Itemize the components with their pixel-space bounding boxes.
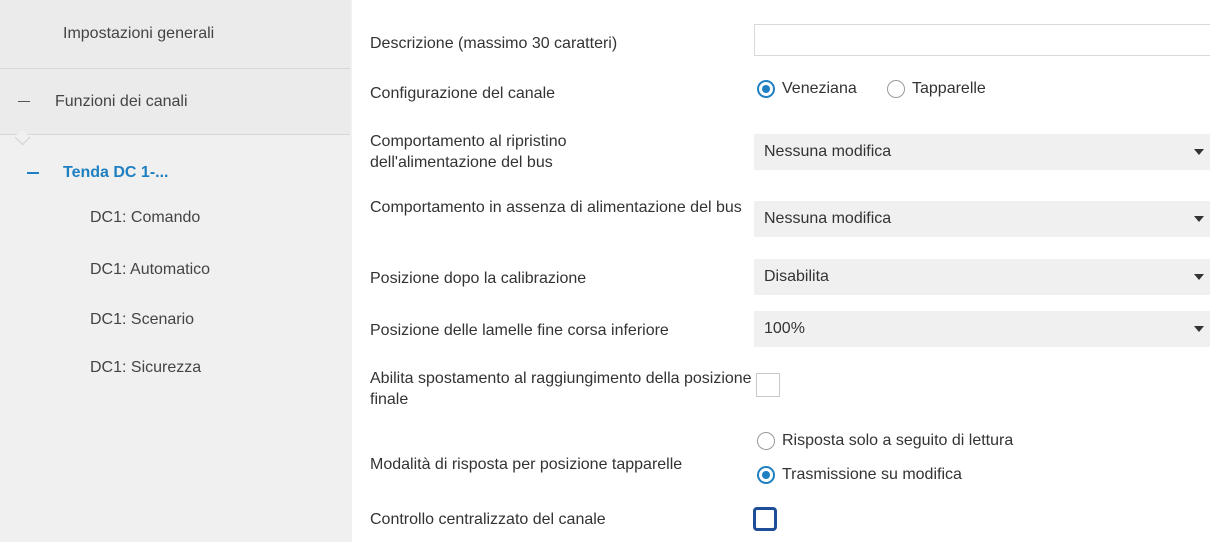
radio-tapparelle[interactable]: Tapparelle: [887, 80, 986, 98]
chevron-down-icon: [1194, 149, 1204, 155]
response-mode-label: Modalità di risposta per posizione tappa…: [370, 456, 683, 473]
select-value: Nessuna modifica: [764, 210, 892, 227]
sidebar-item-channel-functions[interactable]: Funzioni dei canali: [0, 69, 350, 134]
sidebar-item-tenda-dc1[interactable]: Tenda DC 1-...: [0, 150, 350, 196]
collapse-icon[interactable]: [18, 100, 30, 103]
calibration-label: Posizione dopo la calibrazione: [370, 270, 587, 287]
radio-veneziana[interactable]: Veneziana: [757, 80, 857, 98]
sidebar-item-dc1-automatico[interactable]: DC1: Automatico: [0, 250, 350, 290]
move-final-checkbox[interactable]: [756, 373, 780, 397]
select-value: Disabilita: [764, 268, 829, 285]
calibration-select[interactable]: Disabilita: [754, 259, 1210, 295]
sidebar-item-label: DC1: Sicurezza: [90, 359, 202, 376]
sidebar-item-general-settings[interactable]: Impostazioni generali: [0, 0, 350, 68]
slat-position-label: Posizione delle lamelle fine corsa infer…: [370, 322, 669, 339]
slat-position-select[interactable]: 100%: [754, 311, 1210, 347]
description-input[interactable]: [754, 24, 1210, 56]
sidebar-item-label: Tenda DC 1-...: [63, 164, 169, 181]
sidebar-item-dc1-scenario[interactable]: DC1: Scenario: [0, 300, 350, 340]
divider: [0, 134, 350, 135]
central-control-label: Controllo centralizzato del canale: [370, 511, 606, 528]
bus-restore-label: Comportamento al ripristino dell'aliment…: [370, 133, 567, 171]
sidebar-item-label: Funzioni dei canali: [55, 92, 188, 110]
select-value: 100%: [764, 320, 805, 337]
central-control-checkbox[interactable]: [753, 507, 777, 531]
channel-config-label: Configurazione del canale: [370, 85, 556, 102]
radio-label: Risposta solo a seguito di lettura: [782, 432, 1014, 449]
chevron-down-icon: [1194, 274, 1204, 280]
radio-transmit-on-change[interactable]: Trasmissione su modifica: [757, 466, 962, 484]
radio-checked-icon[interactable]: [757, 466, 775, 484]
sidebar-item-label: DC1: Automatico: [90, 261, 211, 278]
bus-restore-select[interactable]: Nessuna modifica: [754, 134, 1210, 170]
sidebar-item-label: Impostazioni generali: [63, 25, 215, 42]
sidebar-item-dc1-comando[interactable]: DC1: Comando: [0, 198, 350, 238]
move-final-label: Abilita spostamento al raggiungimento de…: [370, 370, 752, 408]
radio-read-only[interactable]: Risposta solo a seguito di lettura: [757, 432, 1013, 450]
radio-label: Trasmissione su modifica: [782, 466, 962, 483]
radio-checked-icon[interactable]: [757, 80, 775, 98]
radio-unchecked-icon[interactable]: [757, 432, 775, 450]
bus-absence-label: Comportamento in assenza di alimentazion…: [370, 199, 742, 216]
description-label: Descrizione (massimo 30 caratteri): [370, 35, 618, 52]
select-value: Nessuna modifica: [764, 143, 892, 160]
chevron-down-icon: [1194, 326, 1204, 332]
radio-label: Tapparelle: [912, 80, 986, 97]
radio-unchecked-icon[interactable]: [887, 80, 905, 98]
sidebar: Impostazioni generali Funzioni dei canal…: [0, 0, 352, 542]
collapse-icon[interactable]: [27, 172, 39, 174]
sidebar-item-label: DC1: Scenario: [90, 311, 195, 328]
parameters-panel: Descrizione (massimo 30 caratteri) Confi…: [352, 0, 1210, 542]
radio-label: Veneziana: [782, 80, 857, 97]
sidebar-item-label: DC1: Comando: [90, 209, 201, 226]
bus-absence-select[interactable]: Nessuna modifica: [754, 201, 1210, 237]
sidebar-item-dc1-sicurezza[interactable]: DC1: Sicurezza: [0, 348, 350, 388]
chevron-down-icon: [1194, 216, 1204, 222]
